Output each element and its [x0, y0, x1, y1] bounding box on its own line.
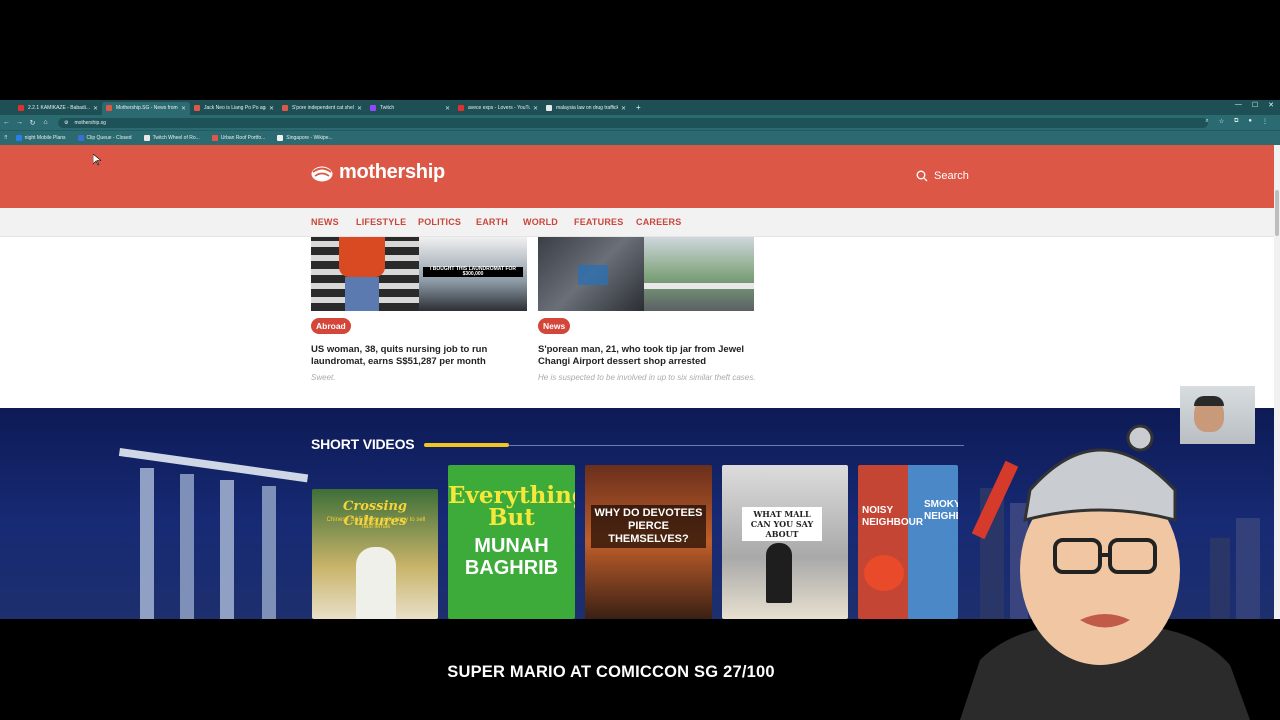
maximize-icon[interactable]: ☐	[1252, 101, 1258, 109]
short-video-card[interactable]: NOISY NEIGHBOUR SMOKY NEIGHB	[858, 465, 958, 619]
youtube-favicon-icon	[18, 105, 24, 111]
profile-icon[interactable]: ●	[1248, 118, 1252, 125]
short-video-card[interactable]: WHAT MALL CAN YOU SAY ABOUT	[722, 465, 848, 619]
tab-kamikaze[interactable]: 2.2.1 KAMIKAZE - Babadi... ✕	[14, 102, 102, 115]
video-card-title-2: MUNAH BAGHRIB	[464, 535, 559, 579]
bookmark-favicon-icon	[143, 135, 150, 141]
article-headline[interactable]: S'porean man, 21, who took tip jar from …	[538, 344, 758, 367]
tab-cat-shelter[interactable]: S'pore independent cat shelter... ✕	[278, 102, 366, 115]
mothership-logo-icon	[311, 166, 333, 181]
bookmark-item[interactable]: Clip Queue - Closed	[77, 135, 132, 141]
mothership-favicon-icon	[106, 105, 112, 111]
close-tab-icon[interactable]: ✕	[445, 105, 450, 112]
mothership-favicon-icon	[282, 105, 288, 111]
search-label: Search	[934, 170, 969, 182]
toolbar-icons: ⌕ ☆ ⧉ ● ⋮	[1205, 118, 1268, 125]
nav-news[interactable]: NEWS	[311, 217, 339, 227]
close-tab-icon[interactable]: ✕	[93, 105, 98, 112]
window-controls: — ☐ ✕	[1235, 101, 1274, 109]
site-logo[interactable]: mothership	[311, 161, 445, 184]
bookmark-item[interactable]: Urban Roof Portfo...	[211, 135, 265, 141]
tab-jack-neo[interactable]: Jack Neo is Liang Po Po again... ✕	[190, 102, 278, 115]
tab-malaysia-law[interactable]: malaysia law on drug trafficking... ✕	[542, 102, 630, 115]
reload-icon[interactable]: ↻	[26, 119, 39, 127]
nav-earth[interactable]: EARTH	[476, 217, 508, 227]
bookmark-star-icon[interactable]: ☆	[1219, 118, 1224, 125]
address-bar-row: ← → ↻ ⌂ ⚙ mothership.sg ⌕ ☆ ⧉ ● ⋮	[0, 115, 1280, 130]
bookmark-favicon-icon	[77, 135, 84, 141]
zoom-icon[interactable]: ⌕	[1205, 118, 1208, 125]
nav-careers[interactable]: CAREERS	[636, 217, 681, 227]
apps-icon[interactable]: ⠿	[4, 135, 8, 141]
minimize-icon[interactable]: —	[1235, 101, 1242, 109]
home-icon[interactable]: ⌂	[39, 119, 52, 126]
site-header: mothership Search	[0, 145, 1274, 208]
section-nav: NEWS LIFESTYLE POLITICS EARTH WORLD FEAT…	[0, 208, 1274, 237]
bookmarks-bar: ⠿ night Mobile Plans Clip Queue - Closed…	[0, 130, 1280, 145]
page-scrollbar[interactable]	[1274, 145, 1280, 619]
video-card-title: WHY DO DEVOTEES PIERCE THEMSELVES?	[591, 505, 706, 548]
forward-icon[interactable]: →	[13, 119, 26, 126]
bookmark-item[interactable]: Singapore - Wikipe...	[277, 135, 333, 141]
nav-world[interactable]: WORLD	[523, 217, 558, 227]
video-card-title: Everything But	[448, 482, 575, 531]
back-icon[interactable]: ←	[0, 119, 13, 126]
article-dek: He is suspected to be involved in up to …	[538, 373, 756, 382]
article-tag-badge[interactable]: News	[538, 318, 571, 334]
menu-icon[interactable]: ⋮	[1262, 118, 1268, 125]
tab-youtube-lovers[interactable]: avece exps - Lovers - YouTube ✕	[454, 102, 542, 115]
close-tab-icon[interactable]: ✕	[269, 105, 274, 112]
video-card-title-2: SMOKY NEIGHB	[924, 499, 958, 522]
new-tab-icon[interactable]: +	[636, 103, 641, 112]
bookmark-item[interactable]: Twitch Wheel of Ro...	[143, 135, 200, 141]
nav-lifestyle[interactable]: LIFESTYLE	[356, 217, 406, 227]
video-card-subtitle: Chinese SAF Major quits army to sell nas…	[326, 517, 426, 530]
article-thumbnail[interactable]	[538, 237, 754, 311]
extensions-icon[interactable]: ⧉	[1234, 118, 1238, 125]
video-card-title: NOISY NEIGHBOUR	[862, 505, 924, 528]
nav-politics[interactable]: POLITICS	[418, 217, 461, 227]
article-headline[interactable]: US woman, 38, quits nursing job to run l…	[311, 344, 531, 367]
bookmark-favicon-icon	[15, 135, 22, 141]
youtube-favicon-icon	[458, 105, 464, 111]
bookmark-favicon-icon	[277, 135, 284, 141]
short-video-card[interactable]: WHY DO DEVOTEES PIERCE THEMSELVES?	[585, 465, 712, 619]
section-accent-bar	[424, 443, 509, 447]
short-video-card[interactable]: Crossing Cultures Chinese SAF Major quit…	[312, 489, 438, 619]
close-tab-icon[interactable]: ✕	[533, 105, 538, 112]
thumbnail-caption: I BOUGHT THIS LAUNDROMAT FOR $300,000	[423, 267, 523, 277]
mothership-favicon-icon	[194, 105, 200, 111]
search-icon	[916, 170, 928, 182]
google-favicon-icon	[546, 105, 552, 111]
scrollbar-thumb[interactable]	[1275, 190, 1279, 236]
site-info-icon[interactable]: ⚙	[64, 120, 68, 126]
tab-strip: 2.2.1 KAMIKAZE - Babadi... ✕ Mothership.…	[0, 100, 1280, 115]
short-video-card[interactable]: Everything But MUNAH BAGHRIB	[448, 465, 575, 619]
search-button[interactable]: Search	[916, 170, 969, 182]
close-window-icon[interactable]: ✕	[1268, 101, 1274, 109]
video-card-title: WHAT MALL CAN YOU SAY ABOUT	[742, 507, 822, 541]
section-title: SHORT VIDEOS	[311, 436, 415, 452]
close-tab-icon[interactable]: ✕	[181, 105, 186, 112]
stream-caption: SUPER MARIO AT COMICCON SG 27/100	[447, 663, 775, 681]
twitch-favicon-icon	[370, 105, 376, 111]
logo-wordmark: mothership	[339, 161, 445, 183]
tab-mothership[interactable]: Mothership.SG - News from Si... ✕	[102, 101, 190, 115]
tab-twitch[interactable]: Twitch ✕	[366, 102, 454, 115]
url-field[interactable]: ⚙ mothership.sg	[58, 117, 1208, 128]
close-tab-icon[interactable]: ✕	[621, 105, 626, 112]
bookmark-item[interactable]: night Mobile Plans	[15, 135, 66, 141]
bookmark-favicon-icon	[211, 135, 218, 141]
mouse-cursor-icon	[93, 154, 101, 166]
article-thumbnail[interactable]: I BOUGHT THIS LAUNDROMAT FOR $300,000	[311, 237, 527, 311]
close-tab-icon[interactable]: ✕	[357, 105, 362, 112]
article-tag-badge[interactable]: Abroad	[311, 318, 351, 334]
nav-features[interactable]: FEATURES	[574, 217, 623, 227]
article-dek: Sweet.	[311, 373, 336, 382]
